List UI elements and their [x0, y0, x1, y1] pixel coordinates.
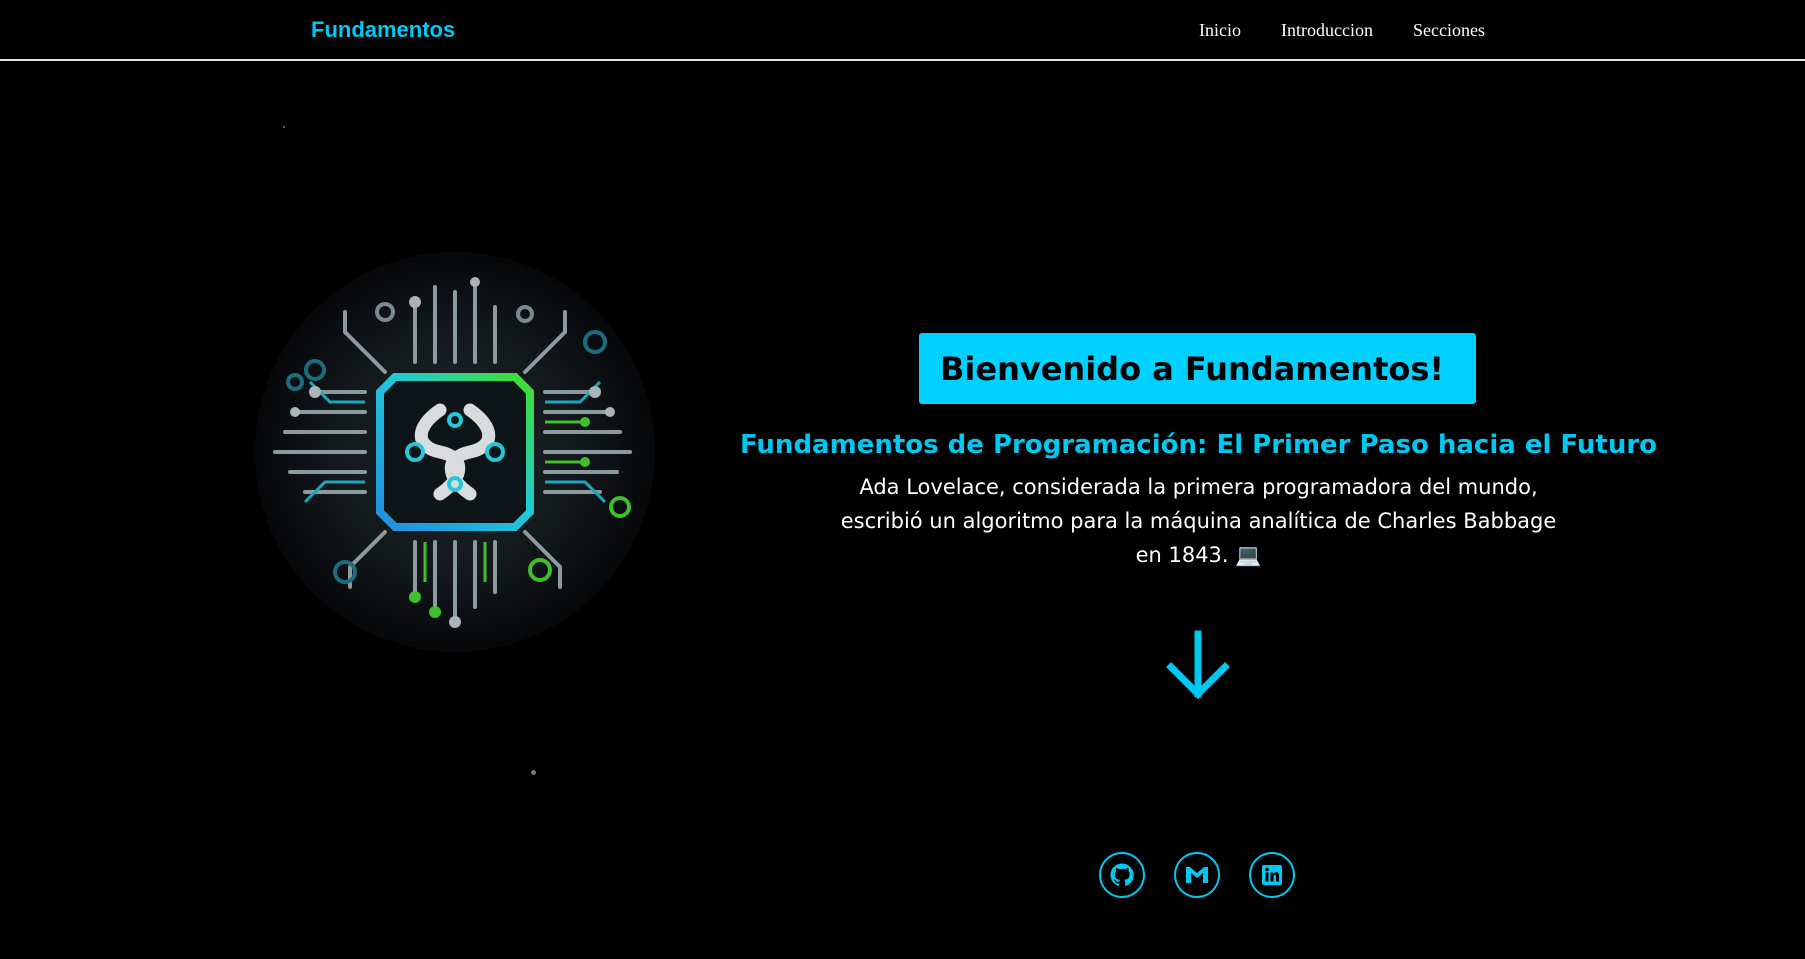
decorative-dot	[283, 126, 285, 128]
gmail-link[interactable]	[1174, 852, 1220, 898]
description-line: en 1843. 💻	[1135, 543, 1262, 567]
circuit-chip-logo-icon	[273, 277, 632, 628]
nav-link-introduccion[interactable]: Introduccion	[1281, 20, 1373, 41]
welcome-title: Bienvenido a Fundamentos!	[940, 349, 1444, 388]
welcome-banner: Bienvenido a Fundamentos!	[919, 333, 1476, 404]
social-links	[1099, 852, 1295, 898]
decorative-dot	[531, 770, 536, 775]
brand-logo[interactable]: Fundamentos	[311, 17, 455, 43]
nav-link-inicio[interactable]: Inicio	[1199, 20, 1241, 41]
description-line: escribió un algoritmo para la máquina an…	[840, 509, 1557, 533]
github-icon	[1110, 863, 1134, 886]
scroll-down-arrow-icon[interactable]	[1163, 630, 1233, 704]
nav-links: Inicio Introduccion Secciones	[1199, 20, 1485, 41]
github-link[interactable]	[1099, 852, 1145, 898]
gmail-icon	[1186, 867, 1208, 883]
navbar: Fundamentos Inicio Introduccion Seccione…	[0, 0, 1805, 61]
hero-subtitle: Fundamentos de Programación: El Primer P…	[739, 430, 1658, 460]
linkedin-link[interactable]	[1249, 852, 1295, 898]
hero-circuit-image	[255, 252, 655, 652]
hero-description: Ada Lovelace, considerada la primera pro…	[820, 470, 1577, 572]
nav-link-secciones[interactable]: Secciones	[1413, 20, 1485, 41]
linkedin-icon	[1262, 865, 1282, 885]
description-line: Ada Lovelace, considerada la primera pro…	[859, 475, 1538, 499]
